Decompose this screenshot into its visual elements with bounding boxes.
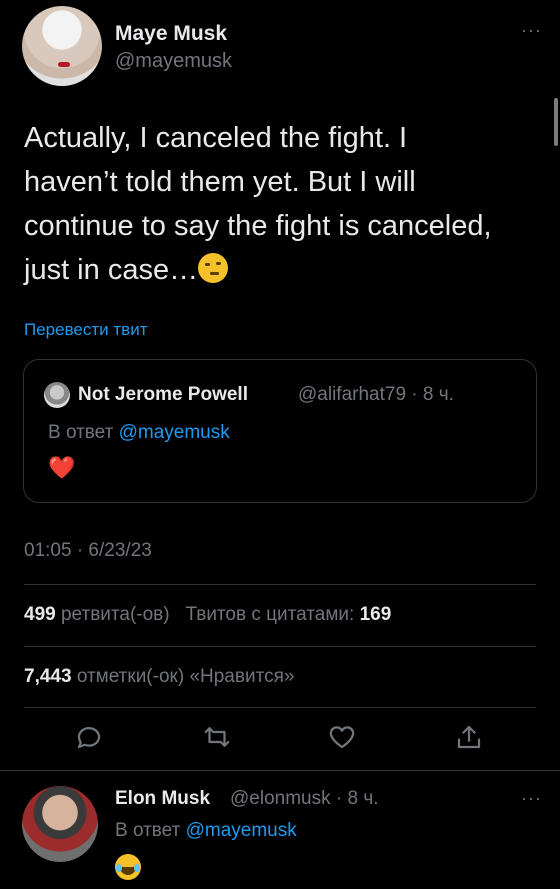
more-options-button[interactable]: ··· xyxy=(521,20,542,41)
reply-mention[interactable]: @mayemusk xyxy=(186,820,297,841)
divider xyxy=(0,770,560,771)
reply-to-line: В ответ @mayemusk xyxy=(115,820,297,842)
reply-prefix: В ответ xyxy=(48,422,114,443)
divider xyxy=(24,584,536,585)
action-bar xyxy=(0,722,560,762)
quotes-label: Твитов с цитатами: xyxy=(185,604,355,625)
avatar[interactable] xyxy=(22,786,98,862)
quoted-reply-line: В ответ @mayemusk xyxy=(48,422,230,444)
likes-stats[interactable]: 7,443 отметки(-ок) «Нравится» xyxy=(24,666,294,688)
divider xyxy=(24,646,536,647)
divider xyxy=(24,707,536,708)
quoted-author-name: Not Jerome Powell xyxy=(78,384,248,405)
likes-label: отметки(-ок) «Нравится» xyxy=(76,666,295,687)
raised-eyebrow-face-icon xyxy=(198,253,229,283)
reply-mention[interactable]: @mayemusk xyxy=(119,422,230,443)
author-name[interactable]: Maye Musk xyxy=(115,22,227,46)
quoted-tweet[interactable]: Not Jerome Powell @alifarhat79 · 8 ч. В … xyxy=(23,359,537,503)
reply-meta: @elonmusk · 8 ч. xyxy=(230,788,379,809)
reply-author-name[interactable]: Elon Musk xyxy=(115,788,210,810)
scrollbar[interactable] xyxy=(554,98,558,146)
quoted-avatar xyxy=(44,382,70,408)
quotes-count: 169 xyxy=(359,604,392,625)
retweets-label: ретвита(-ов) xyxy=(60,604,170,625)
avatar[interactable] xyxy=(22,6,102,86)
avatar-lips xyxy=(58,62,70,67)
author-handle[interactable]: @mayemusk xyxy=(115,50,232,73)
tweet-header: Maye Musk @mayemusk ··· xyxy=(22,6,542,86)
reply-icon[interactable] xyxy=(74,722,110,758)
reply-tweet[interactable]: Elon Musk @elonmusk · 8 ч. ··· В ответ @… xyxy=(0,772,560,889)
retweet-stats[interactable]: 499 ретвита(-ов) Твитов с цитатами: 169 xyxy=(24,604,391,626)
more-options-button[interactable]: ··· xyxy=(521,788,542,809)
reply-prefix: В ответ xyxy=(115,820,181,841)
like-icon[interactable] xyxy=(327,722,363,758)
tweet-body: Actually, I canceled the fight. I haven’… xyxy=(24,122,492,286)
retweets-count: 499 xyxy=(24,604,56,625)
tweet-timestamp[interactable]: 01:05 · 6/23/23 xyxy=(24,540,152,562)
share-icon[interactable] xyxy=(454,722,490,758)
translate-link[interactable]: Перевести твит xyxy=(24,320,147,340)
likes-count: 7,443 xyxy=(24,666,72,687)
retweet-icon[interactable] xyxy=(202,722,238,758)
tears-of-joy-face-icon xyxy=(115,854,141,880)
quoted-meta: @alifarhat79 · 8 ч. xyxy=(298,384,454,405)
heart-emoji: ❤️ xyxy=(48,455,76,480)
tweet-text: Actually, I canceled the fight. I haven’… xyxy=(24,116,504,292)
